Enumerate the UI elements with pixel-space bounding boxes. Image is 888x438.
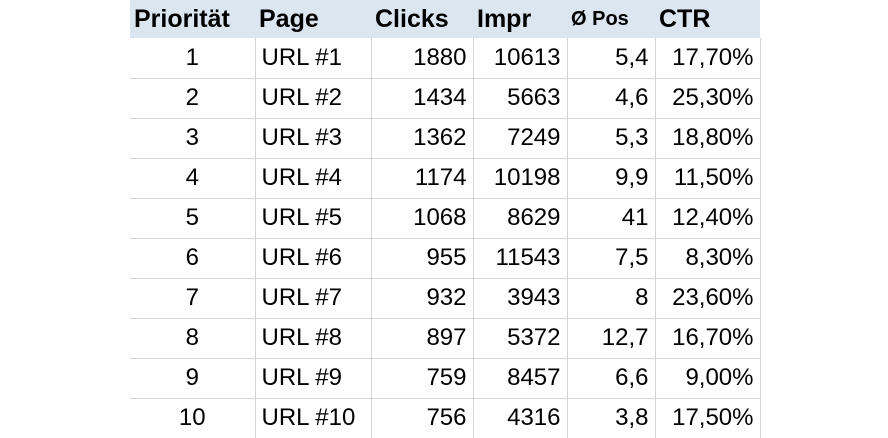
ctr-cell[interactable]: 17,50% [655, 398, 761, 438]
priority-cell[interactable]: 6 [130, 238, 256, 279]
header-row: Priorität Page Clicks Impr Ø Pos CTR [130, 0, 760, 38]
column-header-ctr[interactable]: CTR [655, 0, 760, 38]
impressions-cell[interactable]: 4316 [473, 398, 568, 438]
page-cell[interactable]: URL #4 [255, 158, 372, 199]
table-row: 10 URL #10 756 4316 3,8 17,50% [130, 398, 761, 438]
avg-position-cell[interactable]: 6,6 [567, 358, 656, 399]
priority-cell[interactable]: 8 [130, 318, 256, 359]
page-cell[interactable]: URL #5 [255, 198, 372, 239]
page-cell[interactable]: URL #1 [255, 38, 372, 79]
table-row: 7 URL #7 932 3943 8 23,60% [130, 278, 761, 319]
page-cell[interactable]: URL #6 [255, 238, 372, 279]
impressions-cell[interactable]: 10613 [473, 38, 568, 79]
clicks-cell[interactable]: 1880 [371, 38, 474, 79]
ctr-cell[interactable]: 8,30% [655, 238, 761, 279]
column-header-clicks[interactable]: Clicks [371, 0, 473, 38]
impressions-cell[interactable]: 8457 [473, 358, 568, 399]
table-row: 9 URL #9 759 8457 6,6 9,00% [130, 358, 761, 399]
impressions-cell[interactable]: 10198 [473, 158, 568, 199]
table-row: 6 URL #6 955 11543 7,5 8,30% [130, 238, 761, 279]
avg-position-cell[interactable]: 3,8 [567, 398, 656, 438]
impressions-cell[interactable]: 3943 [473, 278, 568, 319]
page-cell[interactable]: URL #9 [255, 358, 372, 399]
column-header-avg-position[interactable]: Ø Pos [567, 0, 655, 38]
ctr-cell[interactable]: 16,70% [655, 318, 761, 359]
page-cell[interactable]: URL #7 [255, 278, 372, 319]
clicks-cell[interactable]: 1362 [371, 118, 474, 159]
page-cell[interactable]: URL #10 [255, 398, 372, 438]
impressions-cell[interactable]: 11543 [473, 238, 568, 279]
page-cell[interactable]: URL #2 [255, 78, 372, 119]
clicks-cell[interactable]: 897 [371, 318, 474, 359]
column-header-priority[interactable]: Priorität [130, 0, 255, 38]
avg-position-cell[interactable]: 4,6 [567, 78, 656, 119]
page-cell[interactable]: URL #3 [255, 118, 372, 159]
ctr-cell[interactable]: 23,60% [655, 278, 761, 319]
priority-cell[interactable]: 10 [130, 398, 256, 438]
impressions-cell[interactable]: 5663 [473, 78, 568, 119]
column-header-page[interactable]: Page [255, 0, 371, 38]
table-row: 2 URL #2 1434 5663 4,6 25,30% [130, 78, 761, 119]
table-row: 1 URL #1 1880 10613 5,4 17,70% [130, 38, 761, 79]
table-row: 5 URL #5 1068 8629 41 12,40% [130, 198, 761, 239]
ctr-cell[interactable]: 17,70% [655, 38, 761, 79]
ctr-cell[interactable]: 25,30% [655, 78, 761, 119]
priority-cell[interactable]: 7 [130, 278, 256, 319]
avg-position-cell[interactable]: 5,4 [567, 38, 656, 79]
priority-cell[interactable]: 2 [130, 78, 256, 119]
ctr-cell[interactable]: 9,00% [655, 358, 761, 399]
clicks-cell[interactable]: 955 [371, 238, 474, 279]
clicks-cell[interactable]: 759 [371, 358, 474, 399]
ctr-cell[interactable]: 11,50% [655, 158, 761, 199]
clicks-cell[interactable]: 1434 [371, 78, 474, 119]
clicks-cell[interactable]: 1068 [371, 198, 474, 239]
data-table: Priorität Page Clicks Impr Ø Pos CTR 1 UR… [130, 0, 761, 438]
avg-position-cell[interactable]: 41 [567, 198, 656, 239]
priority-cell[interactable]: 4 [130, 158, 256, 199]
impressions-cell[interactable]: 5372 [473, 318, 568, 359]
priority-cell[interactable]: 3 [130, 118, 256, 159]
column-header-impressions[interactable]: Impr [473, 0, 567, 38]
clicks-cell[interactable]: 756 [371, 398, 474, 438]
impressions-cell[interactable]: 8629 [473, 198, 568, 239]
clicks-cell[interactable]: 932 [371, 278, 474, 319]
priority-cell[interactable]: 9 [130, 358, 256, 399]
table-body: 1 URL #1 1880 10613 5,4 17,70% 2 URL #2 1434 5663… [130, 38, 761, 438]
ctr-cell[interactable]: 18,80% [655, 118, 761, 159]
table-row: 4 URL #4 1174 10198 9,9 11,50% [130, 158, 761, 199]
priority-cell[interactable]: 5 [130, 198, 256, 239]
clicks-cell[interactable]: 1174 [371, 158, 474, 199]
page-cell[interactable]: URL #8 [255, 318, 372, 359]
ctr-cell[interactable]: 12,40% [655, 198, 761, 239]
table-row: 3 URL #3 1362 7249 5,3 18,80% [130, 118, 761, 159]
avg-position-cell[interactable]: 5,3 [567, 118, 656, 159]
avg-position-cell[interactable]: 8 [567, 278, 656, 319]
avg-position-cell[interactable]: 12,7 [567, 318, 656, 359]
priority-cell[interactable]: 1 [130, 38, 256, 79]
avg-position-cell[interactable]: 7,5 [567, 238, 656, 279]
impressions-cell[interactable]: 7249 [473, 118, 568, 159]
table-row: 8 URL #8 897 5372 12,7 16,70% [130, 318, 761, 359]
avg-position-cell[interactable]: 9,9 [567, 158, 656, 199]
